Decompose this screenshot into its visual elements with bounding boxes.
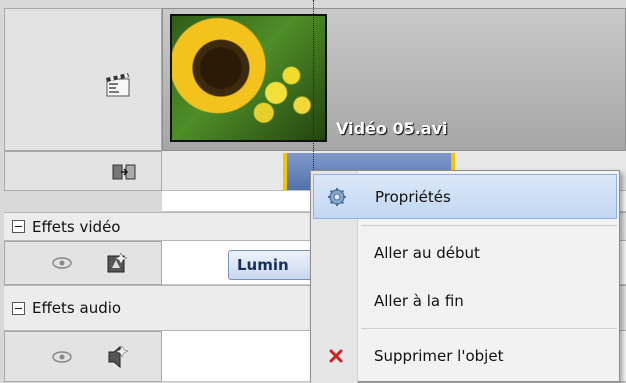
gear-icon — [328, 188, 346, 206]
eye-icon[interactable] — [51, 350, 73, 364]
menu-item-label: Supprimer l'objet — [374, 347, 504, 365]
transition-track-header — [4, 151, 162, 191]
video-clip-thumbnail[interactable] — [170, 14, 327, 142]
menu-item-label: Propriétés — [375, 187, 451, 206]
menu-item-properties[interactable]: Propriétés — [313, 174, 617, 219]
collapse-icon[interactable] — [12, 301, 25, 315]
video-effect-track-header — [4, 241, 162, 285]
menu-item-go-to-end[interactable]: Aller à la fin — [313, 281, 617, 321]
transition-icon — [112, 164, 136, 180]
menu-separator — [361, 225, 617, 226]
audio-effect-track-header — [4, 331, 162, 382]
menu-item-label: Aller au début — [374, 244, 480, 262]
video-clip-name: Vidéo 05.avi — [336, 119, 448, 138]
context-menu: Propriétés Aller au début Aller à la fin… — [310, 170, 620, 383]
video-effect-icon — [107, 252, 128, 273]
audio-effects-label: Effets audio — [32, 299, 122, 317]
menu-separator — [361, 328, 617, 329]
eye-icon[interactable] — [51, 256, 73, 270]
video-effects-label: Effets vidéo — [32, 217, 121, 236]
delete-icon — [329, 349, 343, 363]
menu-item-go-to-start[interactable]: Aller au début — [313, 233, 617, 273]
effect-clip-label: Lumin — [237, 256, 289, 274]
menu-item-label: Aller à la fin — [374, 292, 464, 310]
video-track-header — [4, 8, 162, 151]
collapse-icon[interactable] — [12, 220, 25, 233]
audio-effect-icon — [108, 345, 129, 369]
menu-item-delete-object[interactable]: Supprimer l'objet — [313, 335, 617, 377]
clapperboard-icon — [106, 73, 130, 97]
